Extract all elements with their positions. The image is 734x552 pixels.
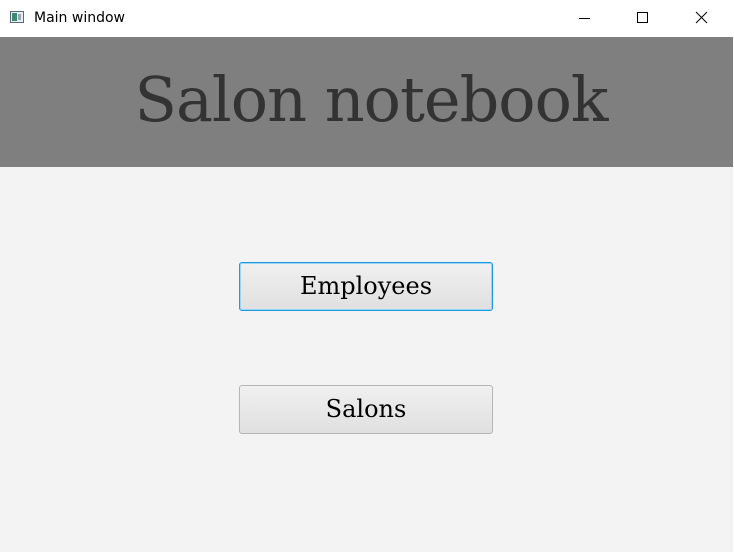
header-banner: Salon notebook — [0, 37, 733, 167]
minimize-button[interactable] — [556, 0, 614, 37]
page-title: Salon notebook — [134, 63, 608, 136]
salons-button[interactable]: Salons — [239, 385, 493, 434]
employees-button[interactable]: Employees — [239, 262, 493, 311]
main-content: Employees Salons — [0, 167, 733, 552]
app-icon — [10, 11, 24, 23]
window-title: Main window — [34, 10, 125, 26]
close-button[interactable] — [672, 0, 730, 37]
maximize-icon — [637, 12, 648, 23]
close-icon — [695, 11, 708, 24]
minimize-icon — [579, 18, 590, 19]
maximize-button[interactable] — [614, 0, 672, 37]
title-bar[interactable]: Main window — [0, 0, 733, 37]
main-window: Main window Salon notebook Employees Sal… — [0, 0, 733, 552]
